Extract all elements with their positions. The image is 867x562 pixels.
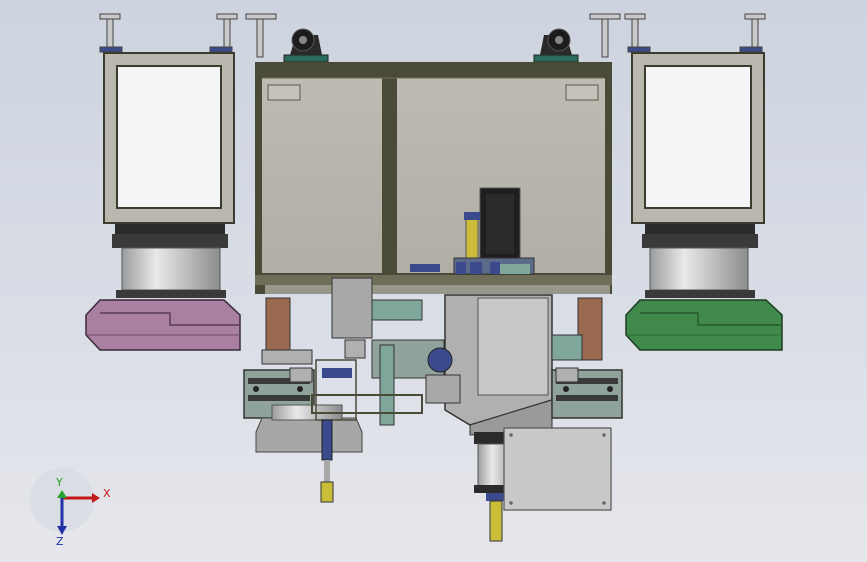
leveling-foot-2 xyxy=(209,13,238,53)
leveling-foot-1 xyxy=(99,13,123,53)
cad-viewport[interactable]: X Y Z xyxy=(0,0,867,562)
side-cover-plate xyxy=(503,427,612,511)
left-bracket xyxy=(261,297,313,365)
leveling-foot-5 xyxy=(624,13,651,53)
leveling-foot-3 xyxy=(245,13,277,58)
right-bracket xyxy=(551,297,603,361)
left-feeder-hopper xyxy=(103,52,235,298)
triad-z-label: Z xyxy=(56,535,64,548)
leveling-foot-6 xyxy=(739,13,766,53)
caster-wheel-right xyxy=(533,28,579,63)
left-vibratory-bowl xyxy=(85,299,241,351)
caster-wheel-left xyxy=(283,28,329,63)
orientation-triad xyxy=(30,468,100,535)
right-vibratory-bowl xyxy=(625,299,783,351)
main-cabinet-frame xyxy=(255,62,612,294)
triad-y-label: Y xyxy=(56,476,63,489)
triad-x-label: X xyxy=(103,487,111,500)
machine-assembly-drawing xyxy=(30,13,783,542)
right-feeder-hopper xyxy=(631,52,765,298)
leveling-feet xyxy=(99,13,766,58)
center-hopper-chute xyxy=(444,294,553,436)
leveling-foot-4 xyxy=(589,13,621,58)
pneumatic-rod-left xyxy=(320,419,334,503)
